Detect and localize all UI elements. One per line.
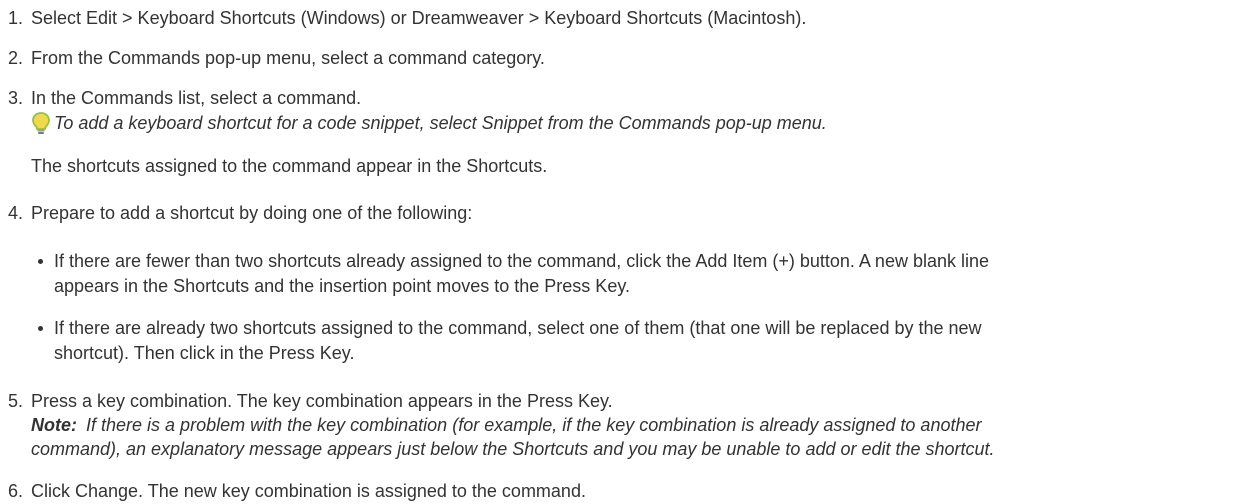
- note-label: Note:: [31, 415, 77, 435]
- step-number: 4.: [8, 203, 24, 223]
- note-line-2: command), an explanatory message appears…: [31, 439, 995, 459]
- bullet-item-2-line-2: shortcut). Then click in the Press Key.: [54, 343, 355, 363]
- bullet-marker: [38, 326, 43, 331]
- step-number: 6.: [8, 481, 24, 501]
- step-text: From the Commands pop-up menu, select a …: [31, 48, 545, 68]
- step-text: Press a key combination. The key combina…: [31, 391, 613, 411]
- step-text: Select Edit > Keyboard Shortcuts (Window…: [31, 8, 807, 28]
- step-number: 3.: [8, 88, 24, 108]
- step-number: 1.: [8, 8, 24, 28]
- note-line-1: Note: If there is a problem with the key…: [31, 414, 981, 436]
- step-number: 2.: [8, 48, 24, 68]
- bullet-item-1-line-2: appears in the Shortcuts and the inserti…: [54, 276, 630, 296]
- step-number: 5.: [8, 391, 24, 411]
- note-text: If there is a problem with the key combi…: [86, 415, 982, 435]
- step-text: In the Commands list, select a command.: [31, 88, 362, 108]
- step-3-followup: The shortcuts assigned to the command ap…: [31, 156, 548, 176]
- bullet-item-1-line-1: If there are fewer than two shortcuts al…: [54, 251, 990, 271]
- bullet-item-2-line-1: If there are already two shortcuts assig…: [54, 318, 982, 338]
- step-text: Prepare to add a shortcut by doing one o…: [31, 203, 473, 223]
- bullet-marker: [38, 259, 43, 264]
- tip-text: To add a keyboard shortcut for a code sn…: [54, 113, 827, 133]
- lightbulb-icon: [32, 112, 50, 134]
- instruction-document: 1. Select Edit > Keyboard Shortcuts (Win…: [0, 0, 1234, 504]
- step-text: Click Change. The new key combination is…: [31, 481, 586, 501]
